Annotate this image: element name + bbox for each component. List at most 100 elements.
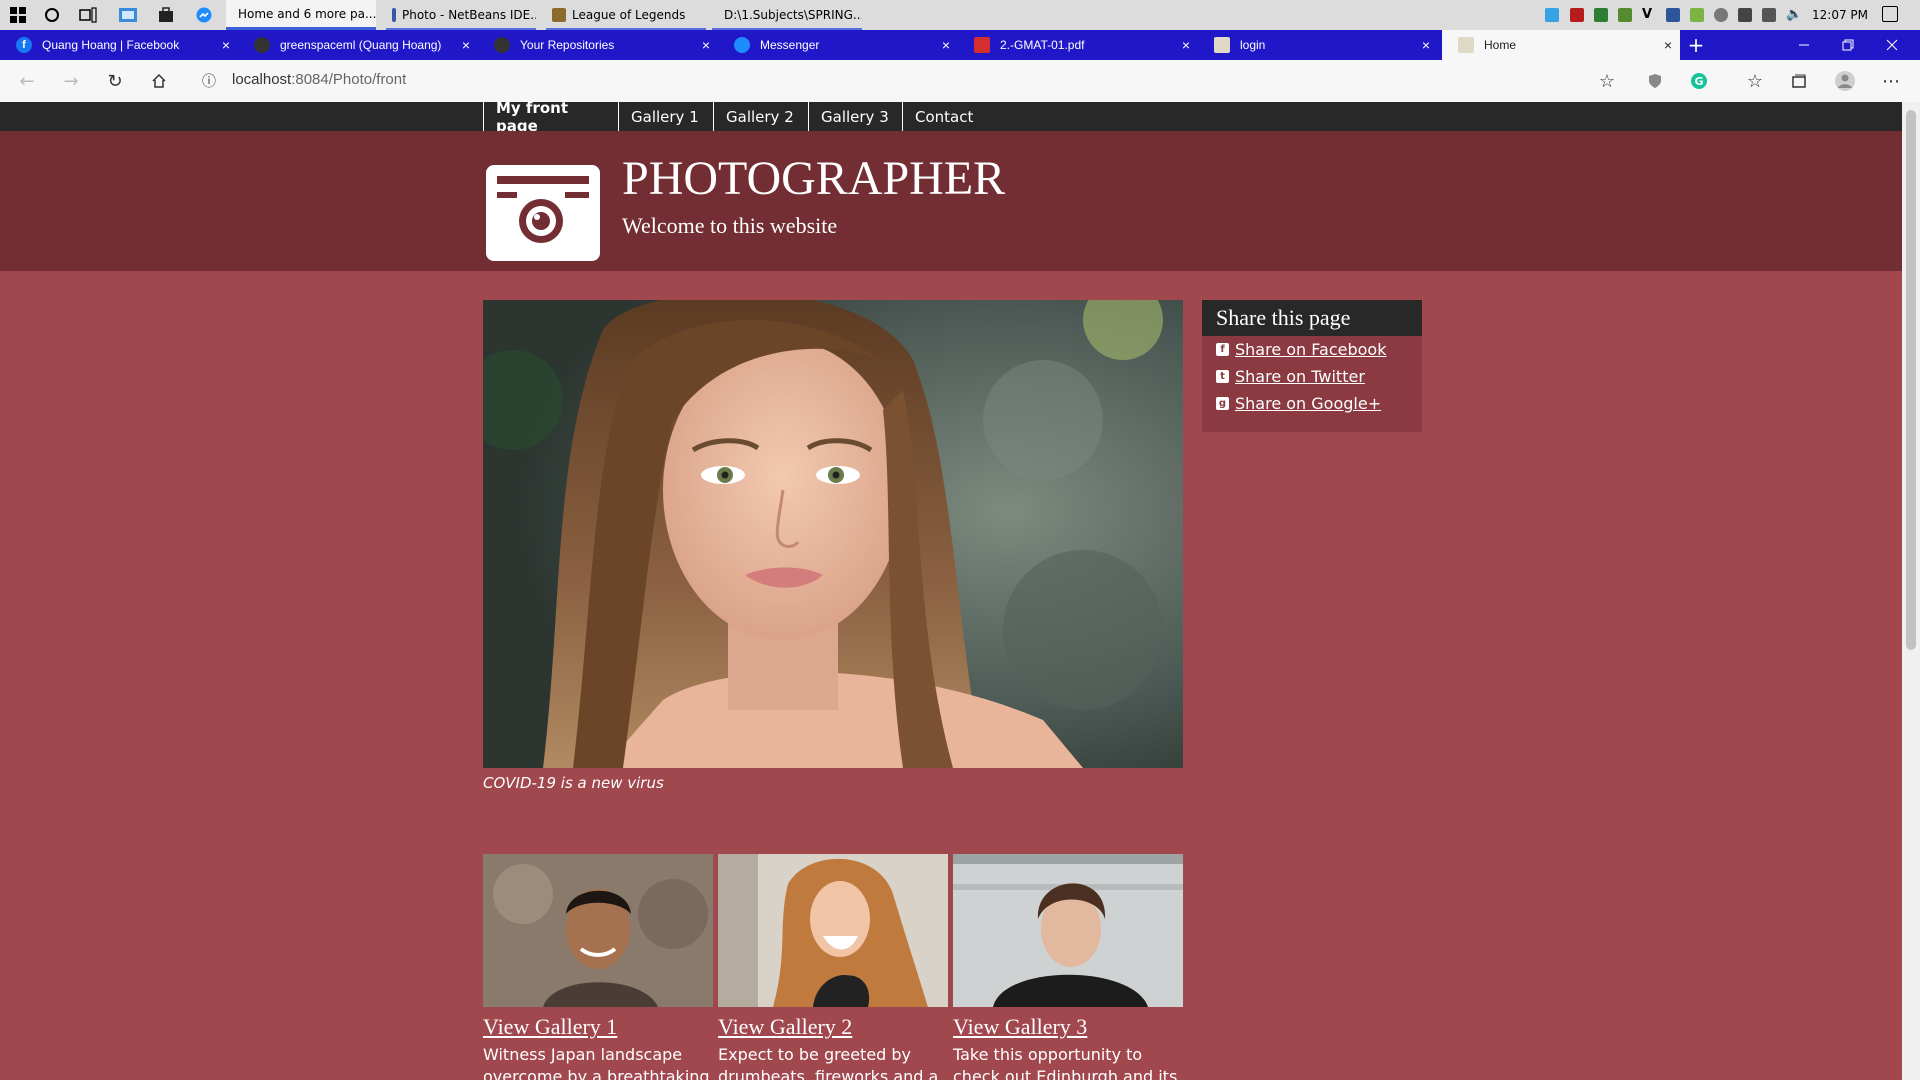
tab-repositories[interactable]: Your Repositories × bbox=[478, 30, 718, 60]
taskbar-window-label: D:\1.Subjects\SPRING... bbox=[724, 8, 862, 22]
shield-icon[interactable] bbox=[1594, 8, 1608, 22]
gallery-2-thumbnail[interactable] bbox=[718, 854, 948, 1007]
store-icon[interactable] bbox=[156, 5, 176, 25]
nav-my-front-page[interactable]: My front page bbox=[483, 102, 581, 135]
share-link-label: Share on Google+ bbox=[1235, 394, 1382, 413]
taskbar-window-label: Home and 6 more pa... bbox=[238, 6, 376, 21]
tab-label: greenspaceml (Quang Hoang) bbox=[280, 38, 442, 52]
tab-label: Your Repositories bbox=[520, 38, 615, 52]
windows-start-icon[interactable] bbox=[8, 5, 28, 25]
share-facebook-link[interactable]: f Share on Facebook bbox=[1216, 340, 1386, 359]
taskbar-window-league[interactable]: League of Legends bbox=[546, 0, 706, 30]
close-icon[interactable]: × bbox=[1182, 37, 1190, 53]
tab-login[interactable]: login × bbox=[1198, 30, 1438, 60]
windows-taskbar: Home and 6 more pa... Photo - NetBeans I… bbox=[0, 0, 1920, 31]
forward-icon[interactable]: → bbox=[60, 70, 82, 92]
view-gallery-3-link[interactable]: View Gallery 3 bbox=[953, 1014, 1087, 1040]
taskbar-window-label: League of Legends bbox=[572, 8, 686, 22]
share-google-plus-link[interactable]: g Share on Google+ bbox=[1216, 394, 1381, 413]
close-icon[interactable]: × bbox=[942, 37, 950, 53]
tab-pdf[interactable]: 2.-GMAT-01.pdf × bbox=[958, 30, 1198, 60]
tab-facebook[interactable]: f Quang Hoang | Facebook × bbox=[0, 30, 238, 60]
grammarly-icon[interactable]: G bbox=[1688, 70, 1710, 92]
tab-home[interactable]: Home × bbox=[1442, 30, 1680, 60]
site-header: PHOTOGRAPHER Welcome to this website bbox=[0, 131, 1902, 271]
view-gallery-1-link[interactable]: View Gallery 1 bbox=[483, 1014, 617, 1040]
refresh-icon[interactable]: ↻ bbox=[104, 70, 126, 92]
view-gallery-2-link[interactable]: View Gallery 2 bbox=[718, 1014, 852, 1040]
onedrive-icon[interactable] bbox=[1545, 8, 1559, 22]
page-viewport: My front page Gallery 1 Gallery 2 Galler… bbox=[0, 102, 1902, 1080]
tracking-shield-icon[interactable] bbox=[1644, 70, 1666, 92]
github-icon bbox=[494, 37, 510, 53]
browser-tab-strip: f Quang Hoang | Facebook × greenspaceml … bbox=[0, 30, 1920, 60]
network-icon[interactable] bbox=[1762, 8, 1776, 22]
favorites-icon[interactable]: ☆ bbox=[1744, 70, 1766, 92]
minimize-icon[interactable] bbox=[1782, 30, 1826, 60]
window-close-icon[interactable] bbox=[1870, 30, 1914, 60]
cortana-search-icon[interactable] bbox=[42, 5, 62, 25]
cloud-icon[interactable] bbox=[1714, 8, 1728, 22]
close-icon[interactable]: × bbox=[1664, 37, 1672, 53]
favorite-star-icon[interactable]: ☆ bbox=[1596, 70, 1618, 92]
tab-github-profile[interactable]: greenspaceml (Quang Hoang) × bbox=[238, 30, 478, 60]
scrollbar-thumb[interactable] bbox=[1906, 110, 1916, 650]
close-icon[interactable]: × bbox=[222, 37, 230, 53]
close-icon[interactable]: × bbox=[462, 37, 470, 53]
control-panel-icon[interactable] bbox=[118, 5, 138, 25]
url-field[interactable]: localhost:8084/Photo/front bbox=[232, 71, 406, 88]
site-tagline: Welcome to this website bbox=[622, 213, 838, 238]
facebook-icon: f bbox=[16, 37, 32, 53]
vertical-scrollbar[interactable] bbox=[1902, 102, 1920, 1080]
collections-icon[interactable] bbox=[1788, 70, 1810, 92]
profile-avatar-icon[interactable] bbox=[1834, 70, 1856, 92]
camera-logo-icon bbox=[483, 162, 603, 264]
nav-gallery-3[interactable]: Gallery 3 bbox=[808, 102, 904, 131]
vpn-icon[interactable]: V bbox=[1642, 8, 1656, 22]
sync-icon[interactable] bbox=[1690, 8, 1704, 22]
svg-text:G: G bbox=[1694, 75, 1703, 88]
nav-gallery-1[interactable]: Gallery 1 bbox=[618, 102, 714, 131]
site-title: PHOTOGRAPHER bbox=[622, 152, 1006, 205]
nvidia-icon[interactable] bbox=[1618, 8, 1632, 22]
gallery-1-thumbnail[interactable] bbox=[483, 854, 713, 1007]
address-bar: ← → ↻ ⓘ localhost:8084/Photo/front ☆ G ☆… bbox=[0, 60, 1920, 103]
new-tab-button[interactable]: + bbox=[1674, 30, 1718, 60]
taskbar-window-edge[interactable]: Home and 6 more pa... bbox=[226, 0, 376, 30]
battery-icon[interactable] bbox=[1738, 8, 1752, 22]
volume-icon[interactable]: 🔈 bbox=[1786, 8, 1802, 22]
gallery-3-thumbnail[interactable] bbox=[953, 854, 1183, 1007]
close-icon[interactable]: × bbox=[1422, 37, 1430, 53]
back-icon[interactable]: ← bbox=[16, 70, 38, 92]
hero-image bbox=[483, 300, 1183, 768]
netbeans-icon bbox=[392, 8, 396, 22]
task-view-icon[interactable] bbox=[78, 5, 98, 25]
url-host: localhost bbox=[232, 71, 292, 88]
more-menu-icon[interactable]: ⋯ bbox=[1880, 70, 1902, 92]
tab-label: Home bbox=[1484, 38, 1517, 52]
messenger-taskbar-icon[interactable] bbox=[194, 5, 214, 25]
taskbar-window-label: Photo - NetBeans IDE... bbox=[402, 8, 536, 22]
info-icon[interactable]: ⓘ bbox=[198, 70, 220, 92]
close-icon[interactable]: × bbox=[702, 37, 710, 53]
tab-messenger[interactable]: Messenger × bbox=[718, 30, 958, 60]
share-link-label: Share on Twitter bbox=[1235, 367, 1365, 386]
taskbar-window-netbeans[interactable]: Photo - NetBeans IDE... bbox=[386, 0, 536, 30]
restore-icon[interactable] bbox=[1826, 30, 1870, 60]
tab-label: Messenger bbox=[760, 38, 820, 52]
tray-app-icon[interactable] bbox=[1570, 8, 1584, 22]
taskbar-window-explorer[interactable]: D:\1.Subjects\SPRING... bbox=[712, 0, 862, 30]
word-icon[interactable] bbox=[1666, 8, 1680, 22]
nav-gallery-2[interactable]: Gallery 2 bbox=[713, 102, 809, 131]
notifications-icon[interactable] bbox=[1882, 6, 1898, 22]
share-box: Share this page f Share on Facebook t Sh… bbox=[1202, 300, 1422, 432]
tab-label: Quang Hoang | Facebook bbox=[42, 38, 180, 52]
system-clock[interactable]: 12:07 PM bbox=[1812, 8, 1868, 22]
share-twitter-link[interactable]: t Share on Twitter bbox=[1216, 367, 1365, 386]
messenger-icon bbox=[734, 37, 750, 53]
home-icon[interactable] bbox=[148, 70, 170, 92]
gallery-3-description: Take this opportunity to check out Edinb… bbox=[953, 1045, 1178, 1080]
nav-contact[interactable]: Contact bbox=[902, 102, 1002, 131]
google-plus-icon: g bbox=[1216, 397, 1229, 410]
page-icon bbox=[1214, 37, 1230, 53]
